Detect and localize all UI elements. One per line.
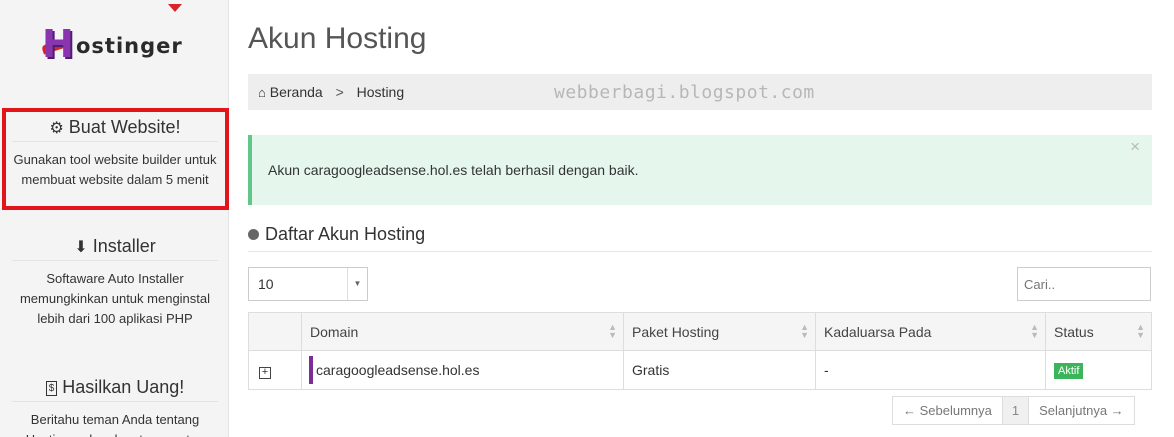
logo-wordmark: H ostinger: [42, 22, 192, 66]
status-cell: Aktif: [1045, 350, 1152, 390]
promo-hasilkan-uang[interactable]: $ Hasilkan Uang! Beritahu teman Anda tent…: [12, 372, 218, 437]
promo-title-text: Hasilkan Uang!: [62, 377, 185, 397]
promo-text: Beritahu teman Anda tentang Hostinger da…: [26, 412, 205, 437]
column-label: Domain: [310, 323, 359, 340]
hostinger-logo[interactable]: H ostinger: [30, 4, 205, 72]
breadcrumb-home[interactable]: Beranda: [270, 84, 323, 100]
watermark: webberbagi.blogspot.com: [554, 82, 815, 103]
expand-column-header: [248, 312, 302, 351]
money-icon: $: [45, 381, 58, 396]
column-label: Kadaluarsa Pada: [824, 323, 932, 340]
next-page-button[interactable]: Selanjutnya →: [1029, 397, 1134, 424]
sort-icon[interactable]: ▲ ▼: [800, 323, 809, 340]
domain-value[interactable]: caragoogleadsense.hol.es: [316, 362, 479, 378]
page-length-value: 10: [258, 276, 274, 292]
page-length-select[interactable]: 10 ▼: [248, 267, 368, 301]
column-header-kadaluarsa[interactable]: Kadaluarsa Pada ▲ ▼: [815, 312, 1046, 351]
table-row[interactable]: + caragoogleadsense.hol.es Gratis - Akti…: [248, 350, 1152, 390]
pagination: ← Sebelumnya 1 Selanjutnya →: [892, 396, 1135, 425]
promo-title: ⬇ Installer: [12, 231, 218, 261]
column-header-status[interactable]: Status ▲ ▼: [1045, 312, 1152, 351]
accent-bar: [309, 356, 313, 384]
page-title: Akun Hosting: [248, 22, 427, 55]
alert-message: Akun caragoogleadsense.hol.es telah berh…: [268, 162, 639, 178]
promo-installer[interactable]: ⬇ Installer Softaware Auto Installer memu…: [12, 231, 218, 329]
column-label: Paket Hosting: [632, 323, 720, 340]
promo-title: $ Hasilkan Uang!: [12, 372, 218, 402]
column-header-domain[interactable]: Domain ▲ ▼: [301, 312, 624, 351]
table-header-row: Domain ▲ ▼ Paket Hosting ▲ ▼ Kadaluarsa Pada…: [248, 312, 1152, 351]
domain-cell: caragoogleadsense.hol.es: [301, 350, 624, 390]
sort-icon[interactable]: ▲ ▼: [608, 323, 617, 340]
download-icon: ⬇: [74, 239, 88, 256]
promo-text: Softaware Auto Installer memungkinkan un…: [19, 271, 211, 326]
hosting-table: Domain ▲ ▼ Paket Hosting ▲ ▼ Kadaluarsa Pada…: [248, 312, 1152, 390]
expand-cell: +: [248, 350, 302, 390]
highlight-box: [2, 108, 229, 210]
status-badge: Aktif: [1054, 363, 1084, 379]
logo-h: H: [42, 22, 74, 66]
sort-icon[interactable]: ▲ ▼: [1030, 323, 1039, 340]
page-1-button[interactable]: 1: [1002, 397, 1030, 424]
paket-cell: Gratis: [623, 350, 816, 390]
logo-rest: ostinger: [76, 34, 183, 58]
home-icon[interactable]: ⌂: [258, 85, 266, 100]
sidebar: H ostinger ⚙ Buat Website! Gunakan tool w…: [0, 0, 229, 437]
section-title-text: Daftar Akun Hosting: [265, 224, 426, 244]
kadaluarsa-cell: -: [815, 350, 1046, 390]
column-header-paket[interactable]: Paket Hosting ▲ ▼: [623, 312, 816, 351]
logo-arrow-icon: [168, 4, 182, 12]
chevron-down-icon[interactable]: ▼: [347, 268, 367, 300]
success-alert: Akun caragoogleadsense.hol.es telah berh…: [248, 135, 1152, 205]
promo-title-text: Installer: [92, 236, 156, 256]
column-label: Status: [1054, 323, 1094, 340]
section-title: Daftar Akun Hosting: [248, 224, 1152, 252]
close-icon[interactable]: ×: [1130, 137, 1140, 157]
plus-icon[interactable]: +: [259, 366, 271, 379]
globe-icon: [248, 229, 259, 240]
sort-icon[interactable]: ▲ ▼: [1136, 323, 1145, 340]
breadcrumb-separator-icon: >: [335, 84, 344, 100]
search-input[interactable]: [1017, 267, 1151, 301]
prev-page-button[interactable]: ← Sebelumnya: [893, 397, 1003, 424]
breadcrumb-current: Hosting: [356, 84, 405, 100]
